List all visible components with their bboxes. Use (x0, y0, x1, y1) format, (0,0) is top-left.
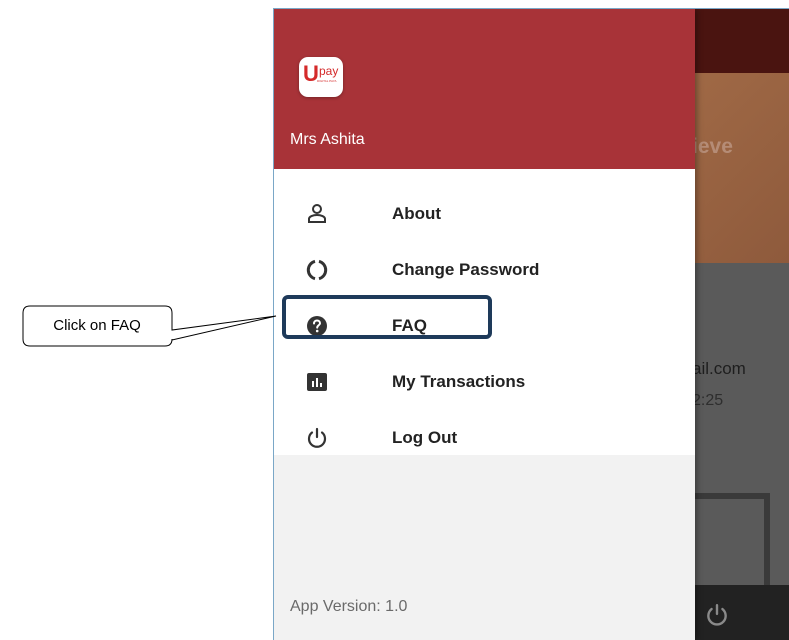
background-card (686, 493, 770, 597)
menu-item-change-password[interactable]: Change Password (274, 242, 695, 298)
bar-chart-icon (307, 373, 327, 391)
background-time-text: 2:25 (692, 392, 724, 409)
menu-item-log-out[interactable]: Log Out (274, 410, 695, 466)
power-icon[interactable] (704, 602, 730, 628)
faq-highlight-box (282, 295, 492, 339)
callout-text: Click on FAQ (53, 317, 141, 334)
upay-logo: U pay DIGITAL PAYA (299, 57, 343, 97)
menu-item-label: Change Password (392, 260, 540, 279)
background-email-text: ail.com (692, 359, 746, 378)
user-name: Mrs Ashita (290, 131, 365, 148)
menu-item-about[interactable]: About (274, 186, 695, 242)
refresh-icon (306, 259, 328, 281)
menu-item-my-transactions[interactable]: My Transactions (274, 354, 695, 410)
app-version: App Version: 1.0 (290, 598, 408, 615)
menu-item-label: Log Out (392, 428, 458, 447)
background-banner-text: ieve (692, 135, 733, 158)
power-icon (307, 427, 327, 448)
menu-item-label: About (392, 204, 442, 223)
person-icon (308, 204, 326, 223)
menu-item-label: My Transactions (392, 372, 526, 391)
drawer-header: U pay DIGITAL PAYA Mrs Ashita (274, 9, 695, 169)
